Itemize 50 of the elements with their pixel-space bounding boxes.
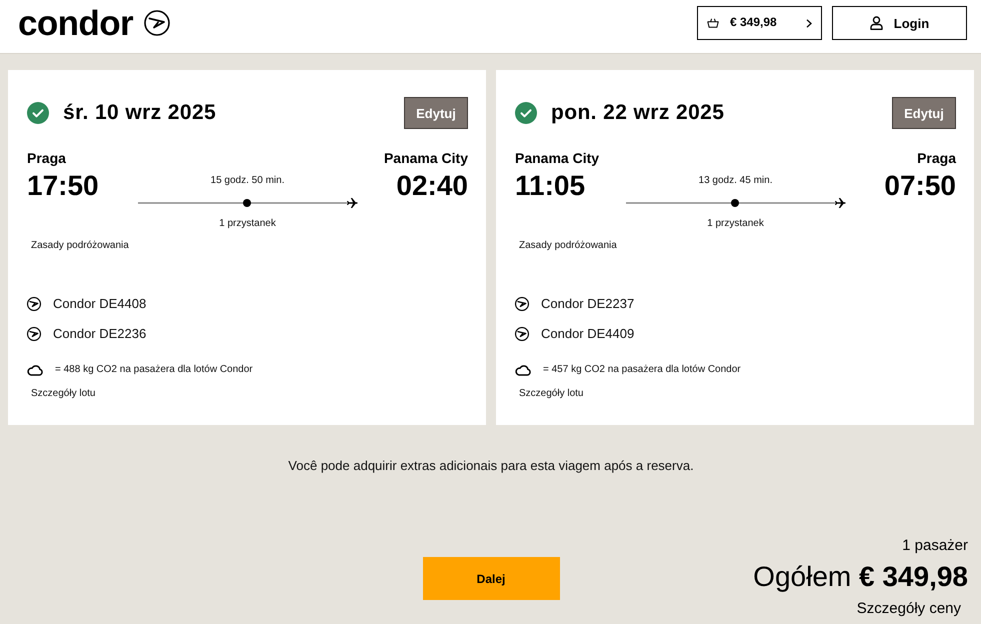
login-button[interactable]: Login [832, 6, 967, 40]
flight-number: Condor DE2236 [53, 326, 146, 342]
cloud-icon [515, 364, 531, 376]
stops-count: 1 przystanek [707, 218, 764, 230]
arrival-time: 02:40 [396, 171, 468, 201]
departure-time: 17:50 [27, 171, 99, 201]
cloud-icon [27, 364, 43, 376]
flight-duration: 13 godz. 45 min. [698, 175, 772, 187]
plane-icon [346, 198, 358, 208]
check-circle-icon [27, 102, 49, 124]
stops-count: 1 przystanek [219, 218, 276, 230]
check-circle-icon [515, 102, 537, 124]
stop-dot-icon [730, 199, 738, 207]
price-details-link[interactable]: Szczegóły ceny [856, 600, 961, 617]
passenger-count: 1 pasażer [902, 537, 968, 554]
origin-city: Praga [27, 150, 66, 166]
destination-city: Praga [917, 150, 956, 166]
travel-rules-link[interactable]: Zasady podróżowania [31, 240, 129, 252]
edit-button[interactable]: Edytuj [404, 97, 468, 129]
flight-duration: 15 godz. 50 min. [210, 175, 284, 187]
airline-logo-icon [27, 327, 41, 341]
destination-city: Panama City [384, 150, 468, 166]
origin-city: Panama City [515, 150, 600, 166]
chevron-right-icon [806, 18, 812, 28]
co2-info: = 457 kg CO2 na pasażera dla lotów Condor [543, 364, 741, 376]
flight-number: Condor DE2237 [541, 296, 634, 312]
flight-details-link[interactable]: Szczegóły lotu [31, 388, 96, 400]
continue-button[interactable]: Dalej [422, 557, 560, 600]
total-price: Ogółem € 349,98 [753, 562, 968, 592]
edit-button[interactable]: Edytuj [892, 97, 956, 129]
cart-button[interactable]: € 349,98 [697, 6, 822, 40]
stop-dot-icon [242, 199, 250, 207]
logo-text[interactable]: condor [18, 6, 134, 42]
plane-icon [834, 198, 846, 208]
flight-date: śr. 10 wrz 2025 [63, 100, 216, 126]
extras-note: Você pode adquirir extras adicionais para esta viagem após a reserva. [287, 458, 695, 474]
airline-logo-icon [515, 327, 529, 341]
co2-info: = 488 kg CO2 na pasażera dla lotów Condor [55, 364, 253, 376]
airline-logo-icon [515, 297, 529, 311]
arrival-time: 07:50 [884, 171, 956, 201]
travel-rules-link[interactable]: Zasady podróżowania [519, 240, 617, 252]
basket-icon [707, 18, 719, 28]
user-icon [870, 16, 883, 30]
airline-logo-icon [27, 297, 41, 311]
logo-icon [144, 10, 170, 36]
flight-number: Condor DE4409 [541, 326, 634, 342]
departure-time: 11:05 [515, 171, 586, 201]
flight-details-link[interactable]: Szczegóły lotu [519, 388, 584, 400]
flight-number: Condor DE4408 [53, 296, 146, 312]
flight-date: pon. 22 wrz 2025 [551, 100, 724, 126]
